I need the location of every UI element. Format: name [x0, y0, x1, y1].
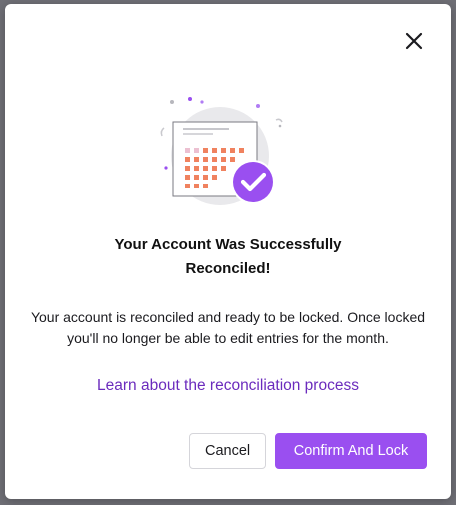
confirm-and-lock-button[interactable]: Confirm And Lock: [275, 433, 427, 469]
reconcile-success-modal: Your Account Was Successfully Reconciled…: [5, 4, 451, 499]
modal-title: Your Account Was Successfully Reconciled…: [5, 233, 451, 281]
calendar-check-icon: [160, 97, 283, 205]
cancel-button[interactable]: Cancel: [189, 433, 266, 469]
learn-reconciliation-link[interactable]: Learn about the reconciliation process: [5, 377, 451, 395]
modal-title-line2: Reconciled!: [185, 260, 271, 277]
modal-footer: Cancel Confirm And Lock: [189, 433, 427, 469]
modal-message: Your account is reconciled and ready to …: [30, 309, 426, 346]
calendar-check-illustration: [158, 92, 298, 212]
close-button[interactable]: [405, 32, 423, 50]
modal-title-line1: Your Account Was Successfully: [114, 236, 342, 253]
close-icon: [405, 32, 423, 50]
